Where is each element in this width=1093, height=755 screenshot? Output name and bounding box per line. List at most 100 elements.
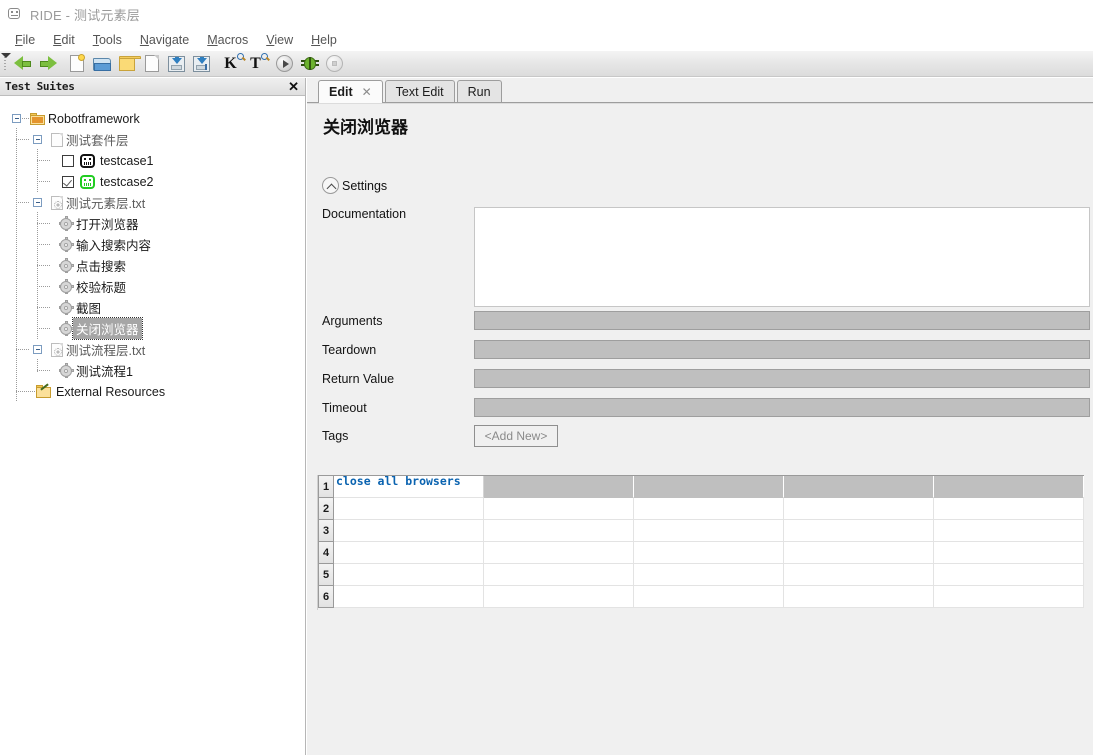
grid-cell[interactable] — [634, 520, 784, 542]
menu-macros[interactable]: Macros — [198, 33, 257, 47]
toolbar-grip[interactable] — [1, 52, 11, 75]
tree-item-keyword-flow1[interactable]: 测试流程1 — [58, 360, 133, 381]
grid-cell[interactable] — [784, 498, 934, 520]
settings-section-header[interactable]: Settings — [322, 177, 387, 194]
grid-cell[interactable] — [934, 476, 1084, 498]
grid-cell[interactable] — [784, 564, 934, 586]
grid-cell[interactable] — [934, 586, 1084, 608]
tree-item-keyword-screenshot[interactable]: 截图 — [58, 297, 102, 318]
grid-cell[interactable] — [334, 564, 484, 586]
tree-item-label: testcase2 — [100, 174, 154, 189]
grid-cell[interactable] — [334, 586, 484, 608]
tree-item-label: 测试套件层 — [66, 134, 129, 148]
teardown-input[interactable] — [474, 340, 1090, 359]
menu-tools[interactable]: Tools — [84, 33, 131, 47]
search-keyword-icon[interactable]: K — [218, 52, 244, 76]
grid-cell[interactable] — [784, 476, 934, 498]
documentation-input[interactable] — [474, 207, 1090, 307]
back-arrow-icon[interactable] — [10, 52, 35, 76]
grid-cell[interactable] — [934, 520, 1084, 542]
tree-item-testcase2[interactable]: testcase2 — [62, 171, 154, 192]
menu-help[interactable]: Help — [302, 33, 346, 47]
save-icon[interactable] — [164, 52, 189, 76]
open-directory-icon[interactable] — [89, 52, 114, 76]
expander-test-suite[interactable] — [33, 135, 42, 144]
grid-cell[interactable] — [484, 476, 634, 498]
grid-cell[interactable] — [334, 520, 484, 542]
chevron-up-icon[interactable] — [322, 177, 339, 194]
menu-edit[interactable]: Edit — [44, 33, 84, 47]
tab-close-icon[interactable]: ✕ — [362, 85, 372, 99]
forward-arrow-icon[interactable] — [35, 52, 60, 76]
arguments-input[interactable] — [474, 311, 1090, 330]
new-project-icon[interactable] — [64, 52, 89, 76]
grid-cell[interactable] — [634, 476, 784, 498]
expander-element-file[interactable] — [33, 198, 42, 207]
menu-navigate[interactable]: Navigate — [131, 33, 198, 47]
menu-view[interactable]: View — [257, 33, 302, 47]
debug-icon[interactable] — [297, 52, 322, 76]
grid-cell[interactable] — [634, 564, 784, 586]
grid-cell[interactable] — [784, 520, 934, 542]
tree-item-robotframework[interactable]: Robotframework — [30, 108, 140, 129]
gear-icon — [58, 258, 74, 273]
tree-item-keyword-click-search[interactable]: 点击搜索 — [58, 255, 126, 276]
tab-text-edit[interactable]: Text Edit — [384, 80, 455, 102]
tree-connector — [16, 139, 30, 140]
row-number: 1 — [319, 476, 334, 498]
grid-cell[interactable] — [484, 520, 634, 542]
tree-item-keyword-close-browser[interactable]: 关闭浏览器 — [58, 317, 143, 340]
tree-item-keyword-open-browser[interactable]: 打开浏览器 — [58, 213, 139, 234]
resource-file-icon — [51, 195, 63, 210]
tree-item-external-resources[interactable]: External Resources — [36, 381, 165, 402]
grid-cell[interactable] — [334, 542, 484, 564]
tree-item-flow-file[interactable]: 测试流程层.txt — [51, 339, 145, 360]
grid-cell[interactable]: close all browsers — [334, 476, 484, 498]
grid-cell[interactable] — [634, 586, 784, 608]
grid-cell[interactable] — [934, 564, 1084, 586]
grid-cell[interactable] — [334, 498, 484, 520]
tree-item-keyword-input-search[interactable]: 输入搜索内容 — [58, 234, 151, 255]
editor-tab-bar: Edit ✕ Text Edit Run — [307, 78, 1093, 103]
menu-file[interactable]: File — [6, 33, 44, 47]
tree-item-keyword-verify-title[interactable]: 校验标题 — [58, 276, 126, 297]
gear-icon — [58, 237, 74, 252]
tab-label: Text Edit — [395, 84, 444, 99]
grid-cell[interactable] — [484, 498, 634, 520]
return-value-input[interactable] — [474, 369, 1090, 388]
testcase-checkbox[interactable] — [62, 154, 74, 167]
grid-cell[interactable] — [934, 542, 1084, 564]
new-file-icon[interactable] — [139, 52, 164, 76]
tree-item-testcase1[interactable]: testcase1 — [62, 150, 154, 171]
table-row: 2 — [319, 498, 1084, 520]
search-test-icon[interactable]: T — [243, 52, 268, 76]
tree-item-label: 打开浏览器 — [76, 218, 139, 232]
expander-robotframework[interactable] — [12, 114, 21, 123]
tab-edit[interactable]: Edit ✕ — [318, 80, 383, 103]
expander-flow-file[interactable] — [33, 345, 42, 354]
table-row: 3 — [319, 520, 1084, 542]
grid-cell[interactable] — [634, 498, 784, 520]
stop-icon[interactable] — [322, 52, 347, 76]
add-new-tag-button[interactable]: <Add New> — [474, 425, 558, 447]
grid-cell[interactable] — [484, 542, 634, 564]
row-number: 5 — [319, 564, 334, 586]
tree-item-suite-layer[interactable]: 测试套件层 — [51, 129, 129, 150]
close-icon[interactable]: ✕ — [288, 80, 299, 94]
testcase-checkbox[interactable] — [62, 175, 74, 188]
tree-item-label: 截图 — [76, 302, 102, 316]
run-icon[interactable] — [272, 52, 297, 76]
timeout-input[interactable] — [474, 398, 1090, 417]
grid-cell[interactable] — [934, 498, 1084, 520]
tree-connector — [37, 307, 51, 308]
grid-cell[interactable] — [784, 586, 934, 608]
gear-icon — [58, 321, 74, 336]
tab-run[interactable]: Run — [456, 80, 502, 102]
grid-cell[interactable] — [484, 586, 634, 608]
grid-cell[interactable] — [784, 542, 934, 564]
grid-cell[interactable] — [484, 564, 634, 586]
tree-item-element-file[interactable]: 测试元素层.txt — [51, 192, 145, 213]
save-all-icon[interactable] — [189, 52, 214, 76]
open-folder-icon[interactable] — [114, 52, 141, 76]
grid-cell[interactable] — [634, 542, 784, 564]
